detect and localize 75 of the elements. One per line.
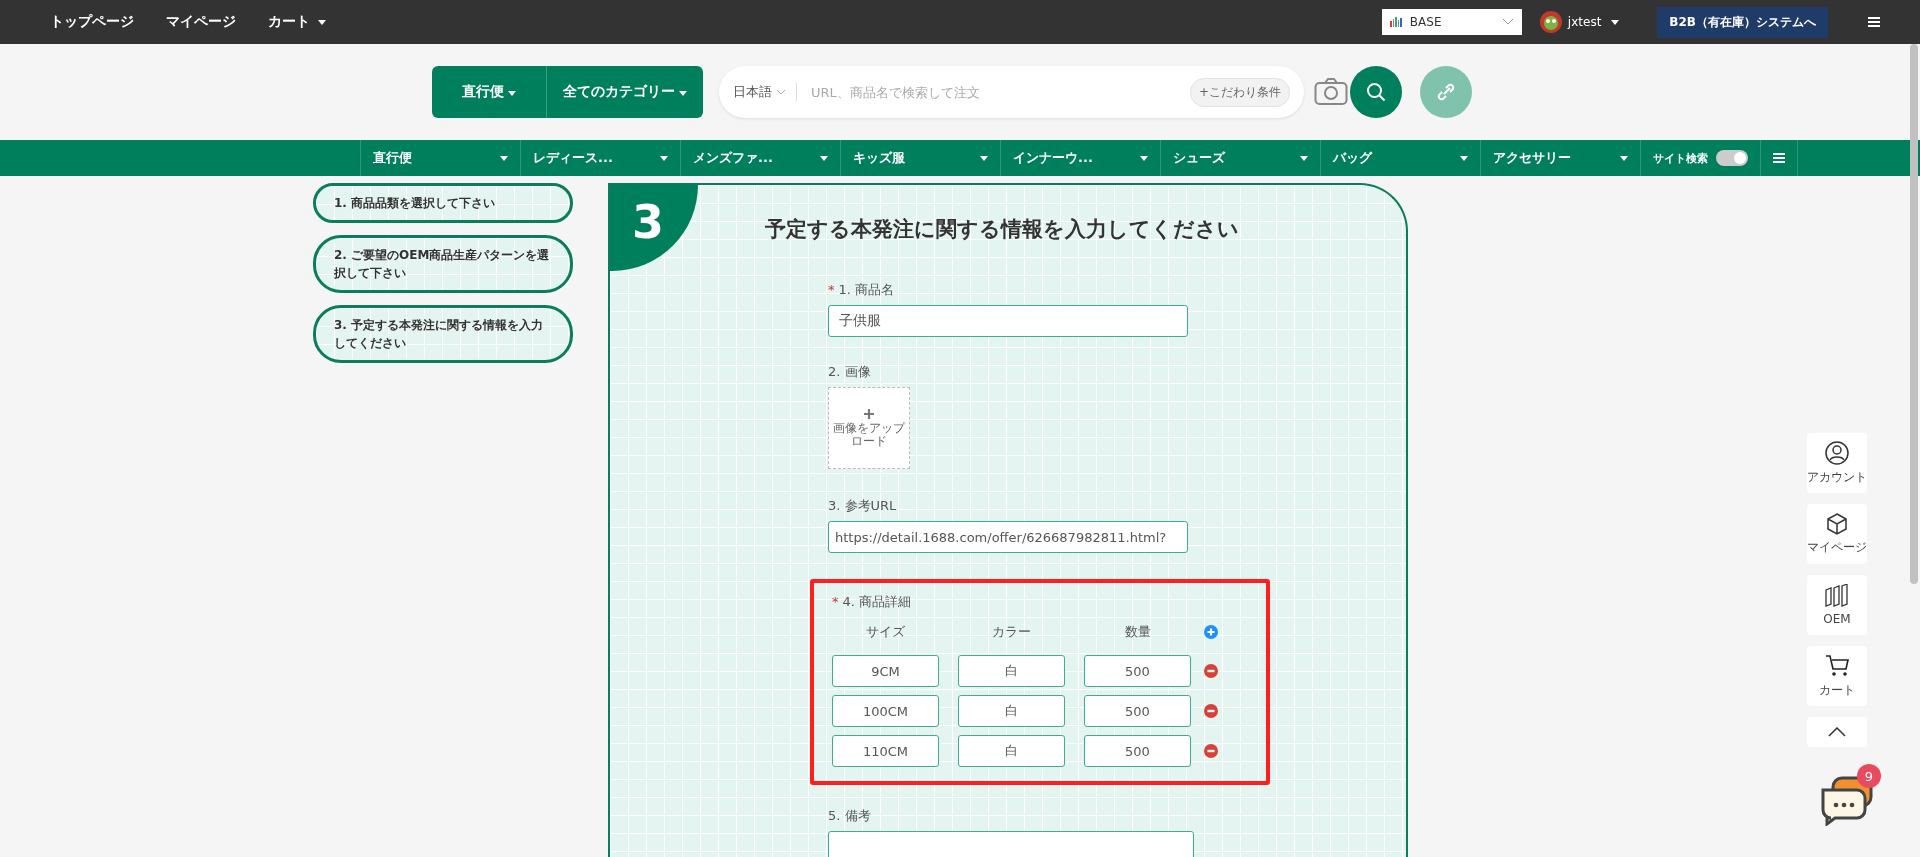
nav-link[interactable]: マイページ xyxy=(166,13,236,31)
add-icon[interactable] xyxy=(1204,625,1218,639)
column-header: 数量 xyxy=(1123,623,1152,641)
toggle-switch[interactable] xyxy=(1716,150,1748,166)
step-item[interactable]: 3. 予定する本発注に関する情報を入力してください xyxy=(313,305,573,363)
search-field[interactable]: 日本語 URL、商品名で検索して注文 +こだわり条件 xyxy=(719,66,1304,118)
category-menu-item[interactable]: 直行便 xyxy=(360,140,520,176)
back-to-top-button[interactable] xyxy=(1807,717,1867,747)
chevron-down-icon xyxy=(776,88,786,96)
remove-icon[interactable] xyxy=(1204,664,1218,678)
chevron-down-icon xyxy=(1501,18,1514,26)
step-number-badge: 3 xyxy=(610,185,698,271)
size-input[interactable]: 110CM xyxy=(832,735,939,767)
required-mark: * xyxy=(828,282,835,297)
color-input[interactable]: 白 xyxy=(958,655,1065,687)
category-menu-item[interactable]: レディース... xyxy=(520,140,680,176)
site-search-label: サイト検索 xyxy=(1653,150,1708,166)
filter-button[interactable]: +こだわり条件 xyxy=(1189,77,1290,107)
field-label: 5. 備考 xyxy=(828,807,871,825)
size-input[interactable]: 9CM xyxy=(832,655,939,687)
color-input[interactable]: 白 xyxy=(958,695,1065,727)
channel-dropdown-button[interactable]: 直行便 xyxy=(432,66,546,118)
chat-bubble-icon[interactable] xyxy=(1819,774,1875,826)
cart-icon xyxy=(1825,653,1849,678)
field-label: 1. 商品名 xyxy=(838,281,895,299)
field-label: 3. 参考URL xyxy=(828,497,897,515)
category-menu-item[interactable]: キッズ服 xyxy=(840,140,1000,176)
column-header: サイズ xyxy=(865,623,906,641)
quantity-input[interactable]: 500 xyxy=(1084,695,1191,727)
person-circle-icon xyxy=(1825,440,1849,465)
cube-icon xyxy=(1826,512,1848,535)
quantity-input[interactable]: 500 xyxy=(1084,735,1191,767)
category-dropdown-button[interactable]: 全てのカテゴリー xyxy=(546,66,703,118)
menu-icon[interactable] xyxy=(1868,17,1880,27)
image-upload-button[interactable]: 画像をアップロード xyxy=(828,387,910,469)
plus-icon xyxy=(864,408,874,419)
side-nav-button[interactable]: OEM xyxy=(1807,575,1867,635)
column-header: カラー xyxy=(991,623,1032,641)
reference-url-input[interactable]: https://detail.1688.com/offer/626687982811.html? xyxy=(828,521,1188,553)
size-input[interactable]: 100CM xyxy=(832,695,939,727)
nav-link[interactable]: トップページ xyxy=(50,13,134,31)
form-title: 予定する本発注に関する情報を入力してください xyxy=(765,216,1239,243)
language-select[interactable]: 日本語 xyxy=(733,83,797,101)
field-label: 2. 画像 xyxy=(828,363,871,381)
color-input[interactable]: 白 xyxy=(958,735,1065,767)
product-name-input[interactable]: 子供服 xyxy=(828,305,1188,337)
avatar-icon[interactable] xyxy=(1539,11,1562,33)
step-item[interactable]: 1. 商品品類を選択して下さい xyxy=(313,183,573,223)
side-nav-button[interactable]: マイページ xyxy=(1807,504,1867,564)
category-menu-item[interactable]: インナーウ... xyxy=(1000,140,1160,176)
category-menu-item[interactable]: アクセサリー xyxy=(1480,140,1640,176)
side-nav-button[interactable]: アカウント xyxy=(1807,433,1867,493)
scrollbar[interactable] xyxy=(1910,44,1918,584)
remove-icon[interactable] xyxy=(1204,704,1218,718)
user-name[interactable]: jxtest xyxy=(1567,15,1602,29)
barcode-icon xyxy=(1389,17,1404,27)
field-label: 4. 商品詳細 xyxy=(842,593,912,611)
b2b-system-button[interactable]: B2B（有在庫）システムへ xyxy=(1657,6,1828,38)
category-menu-item[interactable]: バッグ xyxy=(1320,140,1480,176)
step-item[interactable]: 2. ご要望のOEM商品生産パターンを選択して下さい xyxy=(313,235,573,293)
required-mark: * xyxy=(832,594,839,609)
category-menu-item[interactable]: シューズ xyxy=(1160,140,1320,176)
camera-icon[interactable] xyxy=(1314,78,1348,106)
oem-logo-icon xyxy=(1825,584,1849,608)
search-icon xyxy=(1366,82,1386,102)
link-icon xyxy=(1435,81,1457,103)
quantity-input[interactable]: 500 xyxy=(1084,655,1191,687)
side-nav-button[interactable]: カート xyxy=(1807,646,1867,706)
store-select[interactable]: BASE xyxy=(1381,9,1522,35)
nav-link[interactable]: カート xyxy=(268,13,326,31)
remove-icon[interactable] xyxy=(1204,744,1218,758)
search-button[interactable] xyxy=(1350,66,1402,118)
notification-badge: 9 xyxy=(1857,764,1881,788)
chevron-up-icon xyxy=(1828,727,1846,737)
category-menu-item[interactable]: メンズファ... xyxy=(680,140,840,176)
